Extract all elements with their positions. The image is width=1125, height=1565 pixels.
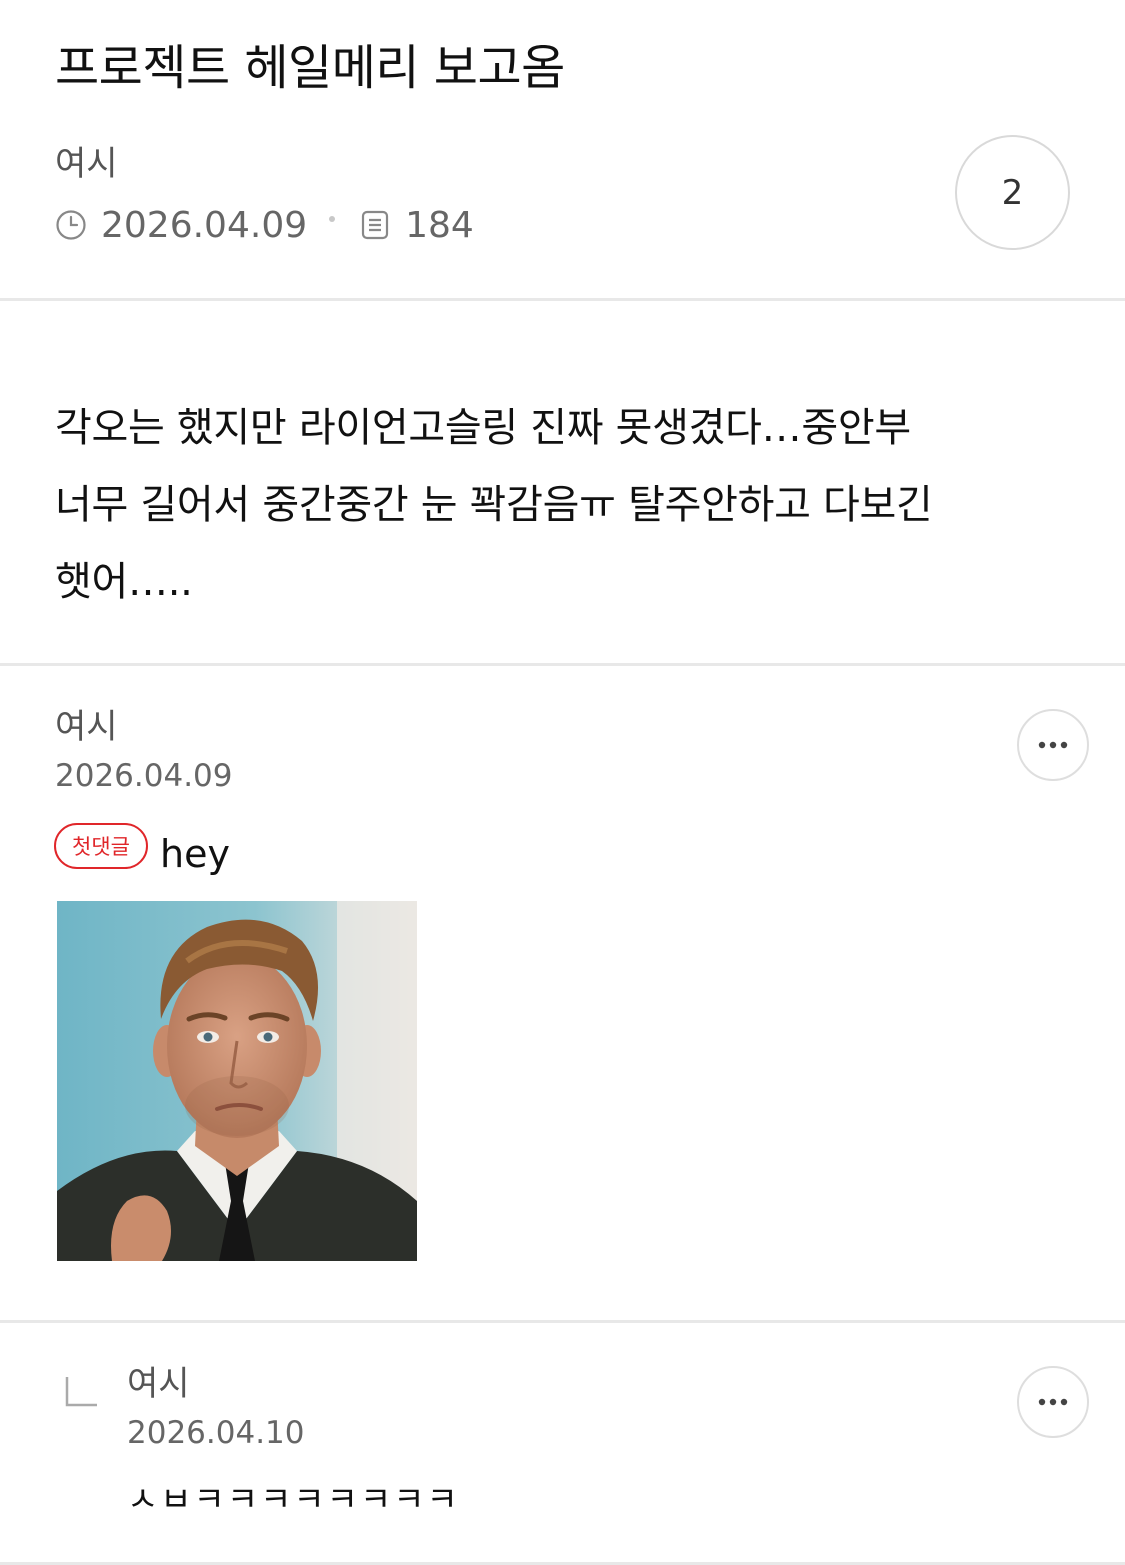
- post-view-count: 184: [405, 204, 474, 246]
- post-meta: 2026.04.09 184: [55, 203, 474, 247]
- post-title: 프로젝트 헤일메리 보고옴: [55, 40, 565, 96]
- comment-author[interactable]: 여시: [55, 705, 118, 749]
- reply-arrow-icon: [65, 1377, 97, 1407]
- divider: [0, 663, 1125, 666]
- clock-icon: [56, 210, 86, 240]
- comment-text: ㅅㅂㅋㅋㅋㅋㅋㅋㅋㅋ: [127, 1480, 460, 1520]
- post-body-line: 각오는 했지만 라이언고슬링 진짜 못생겼다…중안부: [55, 405, 911, 451]
- comment-more-button[interactable]: [1017, 709, 1089, 781]
- divider: [0, 1320, 1125, 1323]
- comment-author[interactable]: 여시: [127, 1362, 190, 1406]
- comment-more-button[interactable]: [1017, 1366, 1089, 1438]
- post-author[interactable]: 여시: [55, 142, 118, 186]
- post-body: 각오는 했지만 라이언고슬링 진짜 못생겼다…중안부 너무 길어서 중간중간 눈…: [55, 390, 1075, 621]
- divider: [0, 298, 1125, 301]
- post-header: 프로젝트 헤일메리 보고옴 여시 2026.04.09 184 2: [0, 0, 1125, 300]
- portrait-photo: [57, 901, 417, 1261]
- meta-separator-dot: [329, 216, 336, 222]
- more-dots-icon: [1038, 741, 1068, 749]
- comment-date: 2026.04.10: [127, 1415, 305, 1451]
- comment-count: 2: [1001, 172, 1024, 213]
- comment-text: hey: [160, 832, 230, 876]
- post-date: 2026.04.09: [101, 204, 308, 246]
- comment-count-button[interactable]: 2: [955, 135, 1070, 250]
- post-body-line: 햇어…..: [55, 559, 193, 605]
- first-comment-badge: 첫댓글: [54, 823, 148, 869]
- comment-image[interactable]: [57, 901, 417, 1261]
- post-body-line: 너무 길어서 중간중간 눈 꽉감음ㅠ 탈주안하고 다보긴: [55, 482, 933, 528]
- comment-date: 2026.04.09: [55, 758, 233, 794]
- more-dots-icon: [1038, 1398, 1068, 1406]
- document-icon: [362, 210, 389, 240]
